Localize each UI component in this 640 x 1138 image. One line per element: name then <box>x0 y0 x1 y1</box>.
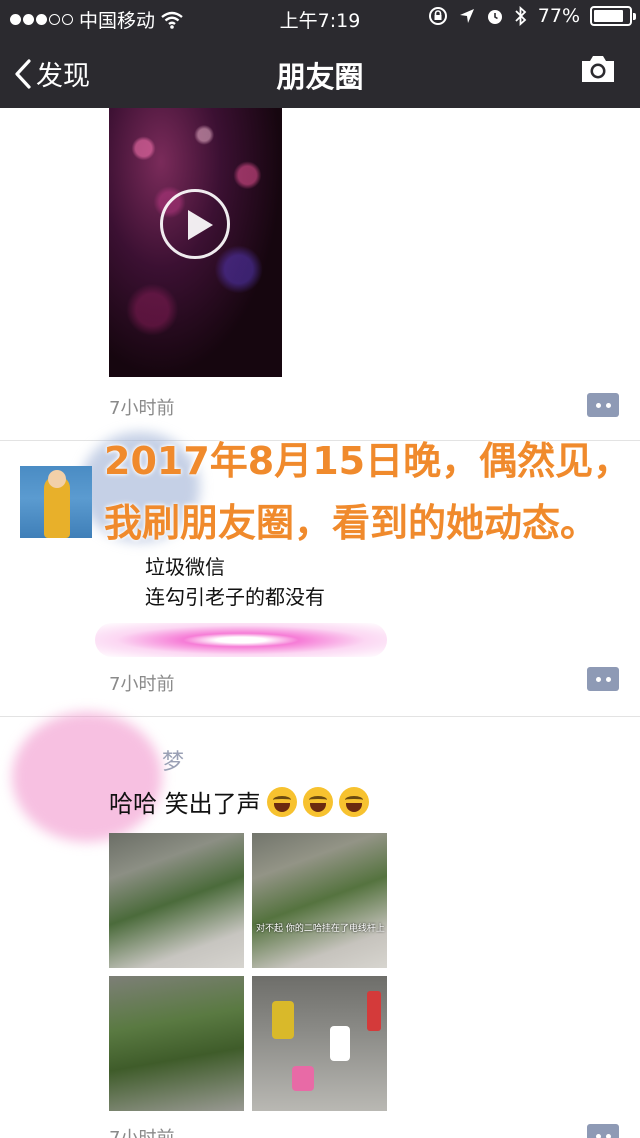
status-bar: 中国移动 上午7:19 77% <box>0 0 640 36</box>
photo-thumbnail[interactable] <box>252 976 387 1111</box>
lock-rotation-icon <box>428 7 447 25</box>
photo-thumbnail[interactable]: 对不起 你的二哈挂在了电线杆上 <box>252 833 387 968</box>
highlight-stroke <box>95 623 387 657</box>
comment-icon[interactable] <box>587 1124 619 1138</box>
person-figure <box>330 1026 350 1061</box>
battery-level <box>594 10 624 22</box>
nav-bar: 发现 朋友圈 <box>0 36 640 108</box>
post-text-line1: 垃圾微信 <box>145 555 225 579</box>
author-name[interactable]: 梦 <box>162 744 184 776</box>
laughing-emoji-icon <box>338 786 369 817</box>
video-thumbnail[interactable] <box>109 108 282 377</box>
person-figure <box>292 1066 314 1091</box>
laughing-emoji-icon <box>302 786 333 817</box>
location-arrow-icon <box>459 9 474 23</box>
post-timestamp: 7小时前 <box>109 1124 174 1138</box>
image-subtitle: 对不起 你的二哈挂在了电线杆上 <box>256 924 385 934</box>
photo-thumbnail[interactable] <box>109 833 244 968</box>
overlay-annotation-line1: 2017年8月15日晚，偶然见， <box>104 439 632 483</box>
camera-icon[interactable] <box>578 52 618 86</box>
bluetooth-icon <box>515 6 527 26</box>
post-caption: 哈哈 笑出了声 <box>109 784 369 819</box>
person-figure <box>272 1001 294 1039</box>
avatar[interactable] <box>20 466 92 538</box>
person-figure <box>367 991 381 1031</box>
comment-icon[interactable] <box>587 393 619 417</box>
comment-icon[interactable] <box>587 667 619 691</box>
post-timestamp: 7小时前 <box>109 398 175 419</box>
page-title: 朋友圈 <box>276 60 364 94</box>
overlay-annotation-line2: 我刷朋友圈，看到的她动态。 <box>104 501 599 545</box>
play-icon[interactable] <box>160 189 230 259</box>
blur-smudge <box>12 712 162 842</box>
top-bar: 中国移动 上午7:19 77% 发现 朋友圈 <box>0 0 640 108</box>
laughing-emoji-icon <box>266 786 297 817</box>
alarm-icon <box>487 10 502 24</box>
post-timestamp: 7小时前 <box>109 674 175 695</box>
battery-icon <box>590 6 636 26</box>
status-icons: 77% <box>428 5 636 27</box>
avatar-head <box>48 470 66 488</box>
caption-text: 哈哈 笑出了声 <box>109 790 261 818</box>
battery-percent: 77% <box>537 5 580 27</box>
post-text-line2: 连勾引老子的都没有 <box>145 585 325 609</box>
photo-thumbnail[interactable] <box>109 976 244 1111</box>
